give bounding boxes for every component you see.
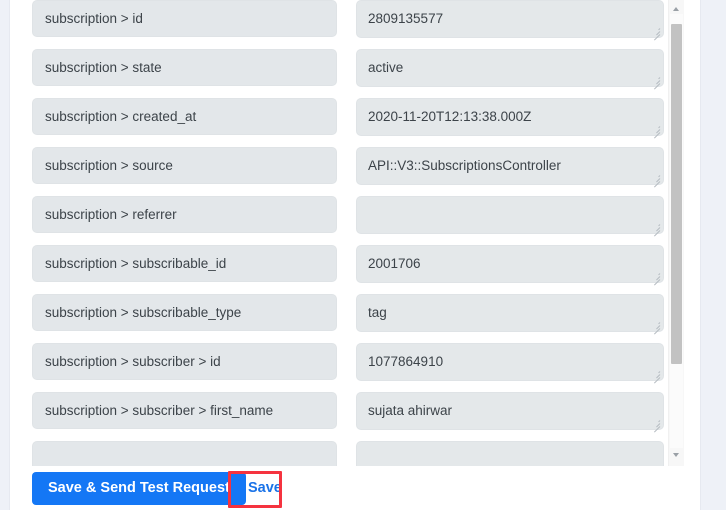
field-mapping-row: subscription > source — [10, 141, 700, 190]
scrollbar-track[interactable] — [670, 14, 683, 454]
save-button[interactable]: Save — [234, 472, 296, 505]
field-mapping-row: subscription > subscribable_type — [10, 288, 700, 337]
mapped-value-input[interactable] — [356, 49, 664, 87]
field-mapping-row: subscription > referrer — [10, 190, 700, 239]
mapped-value-cell — [10, 239, 700, 288]
mapped-value-input[interactable] — [356, 98, 664, 136]
field-mapping-panel: subscription > idsubscription > statesub… — [10, 0, 700, 510]
mapped-value-cell — [10, 337, 700, 386]
field-mapping-row: subscription > created_at — [10, 92, 700, 141]
mapped-value-cell — [10, 0, 700, 43]
field-mapping-list: subscription > idsubscription > statesub… — [10, 0, 700, 466]
screen: subscription > idsubscription > statesub… — [0, 0, 726, 510]
mapped-value-cell — [10, 190, 700, 239]
mapped-value-input[interactable] — [356, 245, 664, 283]
chevron-up-icon — [673, 7, 679, 11]
mapped-value-cell — [10, 92, 700, 141]
scrollbar-thumb[interactable] — [671, 24, 682, 364]
mapped-value-input[interactable] — [356, 0, 664, 38]
mapped-value-input[interactable] — [356, 294, 664, 332]
field-mapping-row: subscription > id — [10, 0, 700, 43]
field-mapping-scroll-region: subscription > idsubscription > statesub… — [10, 0, 700, 466]
chevron-down-icon — [673, 453, 679, 457]
field-mapping-row: subscription > subscriber > first_name — [10, 386, 700, 435]
field-mapping-row — [10, 435, 700, 466]
mapped-value-cell — [10, 288, 700, 337]
mapped-value-input[interactable] — [356, 147, 664, 185]
right-gutter-divider — [700, 0, 701, 510]
scroll-down-button[interactable] — [669, 448, 684, 462]
field-mapping-row: subscription > subscribable_id — [10, 239, 700, 288]
vertical-scrollbar[interactable] — [668, 0, 684, 466]
mapped-value-cell — [10, 386, 700, 435]
mapped-value-cell — [10, 141, 700, 190]
mapped-value-input[interactable] — [356, 196, 664, 234]
mapped-value-input[interactable] — [356, 343, 664, 381]
field-mapping-row: subscription > subscriber > id — [10, 337, 700, 386]
mapped-value-input[interactable] — [356, 392, 664, 430]
mapped-value-cell — [10, 435, 700, 466]
action-bar: Save & Send Test Request Save — [10, 466, 700, 510]
save-and-send-test-request-button[interactable]: Save & Send Test Request — [32, 472, 246, 505]
mapped-value-cell — [10, 43, 700, 92]
field-mapping-row: subscription > state — [10, 43, 700, 92]
mapped-value-input[interactable] — [356, 441, 664, 466]
